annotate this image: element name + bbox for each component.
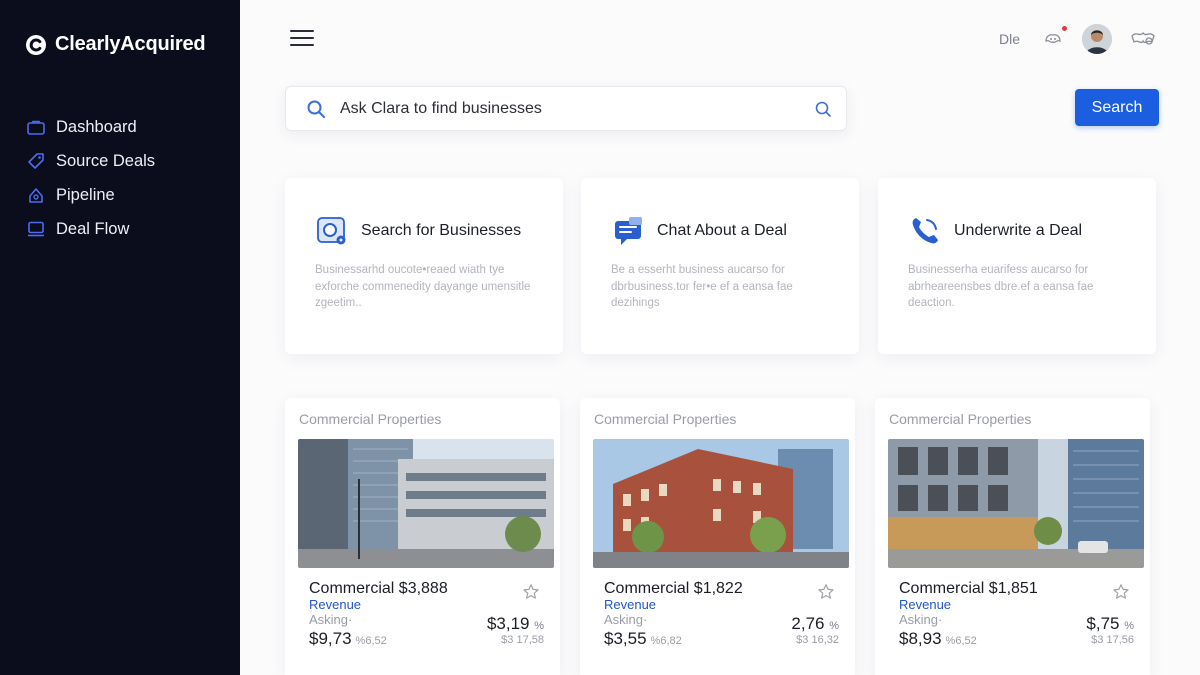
feature-card-search-businesses[interactable]: Search for Businesses Businessarhd oucot… [285, 178, 563, 354]
feature-description: Businessarhd oucote•reaed wiath tye exfo… [315, 264, 531, 309]
feature-title: Chat About a Deal [657, 222, 787, 239]
search-button[interactable]: Search [1075, 89, 1159, 126]
pipeline-icon [26, 185, 46, 205]
property-category: Commercial Properties [889, 411, 1032, 427]
search-bar [285, 86, 847, 131]
star-icon[interactable] [817, 583, 835, 601]
property-title: Commercial $3,888 [309, 580, 448, 597]
sidebar-item-source-deals[interactable]: Source Deals [26, 144, 155, 178]
menu-icon[interactable] [290, 30, 314, 50]
property-image [298, 439, 554, 568]
search-input[interactable] [340, 87, 814, 130]
monitor-icon [26, 219, 46, 239]
feature-description: Be a esserht business aucarso for dbrbus… [611, 264, 793, 309]
property-metric-sub: $3 16,32 [796, 634, 839, 646]
feature-description: Businesserha euarifess aucarso for abrhe… [908, 264, 1094, 309]
chat-icon [615, 217, 642, 245]
avatar[interactable] [1082, 24, 1112, 54]
brand[interactable]: ClearlyAcquired [25, 33, 206, 56]
sidebar-item-label: Dashboard [56, 117, 137, 136]
asking-price: $8,93 %6,52 [899, 629, 977, 648]
property-metric: $,75 % [1086, 614, 1134, 633]
sidebar-item-pipeline[interactable]: Pipeline [26, 178, 155, 212]
property-category: Commercial Properties [299, 411, 442, 427]
property-card[interactable]: Commercial Properties Commercial $3,888 … [285, 398, 560, 675]
sidebar-item-deal-flow[interactable]: Deal Flow [26, 212, 155, 246]
feature-title: Underwrite a Deal [954, 222, 1083, 239]
property-image [888, 439, 1144, 568]
sidebar-item-label: Deal Flow [56, 219, 130, 238]
property-metric: 2,76 % [791, 614, 839, 633]
sidebar-nav: Dashboard Source Deals Pipeline Deal Flo… [26, 110, 155, 246]
notification-badge [1062, 26, 1067, 31]
settings-icon[interactable] [1130, 28, 1156, 50]
phone-icon [912, 218, 938, 244]
search-icon [307, 100, 325, 118]
sidebar-item-dashboard[interactable]: Dashboard [26, 110, 155, 144]
sidebar: ClearlyAcquired Dashboard Source Deals P… [0, 0, 240, 675]
tag-icon [26, 151, 46, 171]
notification-icon[interactable] [1042, 26, 1067, 50]
sidebar-item-label: Source Deals [56, 151, 156, 170]
star-icon[interactable] [1112, 583, 1130, 601]
brand-logo-icon [26, 34, 46, 55]
property-title: Commercial $1,822 [604, 580, 743, 597]
asking-price: $9,73 %6,52 [309, 629, 387, 648]
property-metric: $3,19 % [486, 614, 544, 633]
asking-label: Asking· [899, 612, 943, 627]
revenue-label: Revenue [899, 597, 952, 612]
sidebar-item-label: Pipeline [56, 185, 115, 204]
property-image [593, 439, 849, 568]
briefcase-icon [26, 117, 46, 137]
asking-label: Asking· [309, 612, 353, 627]
search-business-icon [317, 217, 346, 245]
brand-name: ClearlyAcquired [55, 33, 206, 55]
revenue-label: Revenue [309, 597, 362, 612]
property-metric-sub: $3 17,56 [1091, 634, 1134, 646]
feature-title: Search for Businesses [361, 222, 522, 239]
feature-card-underwrite-deal[interactable]: Underwrite a Deal Businesserha euarifess… [878, 178, 1156, 354]
star-icon[interactable] [522, 583, 540, 601]
property-title: Commercial $1,851 [899, 580, 1038, 597]
revenue-label: Revenue [604, 597, 657, 612]
feature-card-chat-deal[interactable]: Chat About a Deal Be a esserht business … [581, 178, 859, 354]
language-selector[interactable]: Dle [999, 31, 1020, 47]
property-card[interactable]: Commercial Properties Commercial $1,851 … [875, 398, 1150, 675]
search-icon[interactable] [814, 100, 832, 118]
header-actions: Dle [999, 24, 1156, 54]
asking-label: Asking· [604, 612, 648, 627]
asking-price: $3,55 %6,82 [604, 629, 682, 648]
property-category: Commercial Properties [594, 411, 737, 427]
property-metric-sub: $3 17,58 [501, 634, 544, 646]
property-card[interactable]: Commercial Properties Commercial $1,822 … [580, 398, 855, 675]
